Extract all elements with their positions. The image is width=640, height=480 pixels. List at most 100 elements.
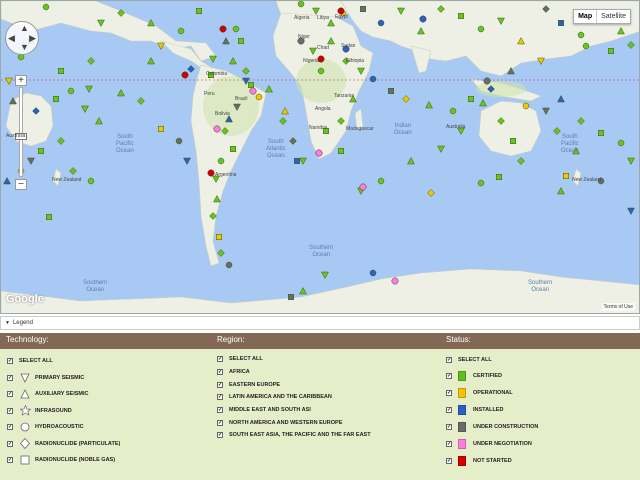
checkbox[interactable]: ✓ (446, 440, 452, 447)
filter-row[interactable]: ✓ INFRASOUND (7, 403, 120, 420)
zoom-slider-track[interactable] (19, 87, 23, 177)
checkbox[interactable]: ✓ (446, 372, 452, 379)
station-marker[interactable] (46, 214, 52, 220)
station-marker[interactable] (407, 156, 415, 165)
checkbox[interactable]: ✓ (446, 389, 452, 396)
station-marker[interactable] (468, 96, 474, 102)
station-marker[interactable] (281, 106, 289, 115)
station-marker[interactable] (232, 25, 240, 33)
station-marker[interactable] (187, 65, 195, 73)
checkbox[interactable]: ✓ (217, 356, 223, 363)
station-marker[interactable] (558, 20, 564, 26)
station-marker[interactable] (553, 127, 561, 135)
station-marker[interactable] (483, 77, 491, 85)
station-marker[interactable] (175, 137, 183, 145)
station-marker[interactable] (213, 125, 221, 133)
zoom-out-button[interactable]: − (15, 179, 27, 190)
station-marker[interactable] (582, 42, 590, 50)
station-marker[interactable] (288, 294, 294, 300)
filter-row[interactable]: ✓ SOUTH EAST ASIA, THE PACIFIC AND THE FA… (217, 429, 371, 442)
pan-control[interactable]: ▲ ◀ ▶ ▼ (5, 21, 39, 55)
checkbox[interactable]: ✓ (446, 457, 452, 464)
filter-row[interactable]: ✓ HYDROACOUSTIC (7, 419, 120, 436)
station-marker[interactable] (255, 93, 263, 101)
station-marker[interactable] (177, 27, 185, 35)
station-marker[interactable] (53, 96, 59, 102)
station-marker[interactable] (183, 157, 191, 166)
station-marker[interactable] (289, 137, 297, 145)
station-marker[interactable] (57, 137, 65, 145)
station-marker[interactable] (209, 55, 217, 64)
station-marker[interactable] (3, 176, 11, 185)
station-marker[interactable] (449, 107, 457, 115)
station-marker[interactable] (229, 56, 237, 65)
checkbox[interactable]: ✓ (217, 407, 223, 414)
station-marker[interactable] (317, 67, 325, 75)
station-marker[interactable] (388, 88, 394, 94)
station-marker[interactable] (577, 117, 585, 125)
filter-row[interactable]: ✓ SELECT ALL (7, 353, 120, 370)
station-marker[interactable] (477, 179, 485, 187)
terms-of-use-link[interactable]: Terms of Use (601, 303, 635, 311)
station-marker[interactable] (517, 157, 525, 165)
station-marker[interactable] (537, 57, 545, 66)
checkbox[interactable]: ✓ (7, 440, 13, 447)
station-marker[interactable] (219, 25, 227, 33)
legend-toggle[interactable]: ▼ Legend (0, 316, 640, 330)
station-marker[interactable] (542, 107, 550, 116)
station-marker[interactable] (225, 261, 233, 269)
pan-down-icon[interactable]: ▼ (20, 43, 29, 52)
checkbox[interactable]: ✓ (446, 357, 452, 363)
station-marker[interactable] (249, 87, 257, 95)
checkbox[interactable]: ✓ (7, 391, 13, 398)
station-marker[interactable] (158, 126, 164, 132)
zoom-in-button[interactable]: + (15, 75, 27, 86)
station-marker[interactable] (87, 57, 95, 65)
station-marker[interactable] (338, 148, 344, 154)
station-marker[interactable] (377, 19, 385, 27)
checkbox[interactable]: ✓ (217, 394, 223, 401)
station-marker[interactable] (137, 97, 145, 105)
station-marker[interactable] (42, 3, 50, 11)
world-map[interactable]: Map Satellite ▲ ◀ ▶ ▼ + − South Pacific Oc… (0, 0, 640, 314)
station-marker[interactable] (377, 177, 385, 185)
station-marker[interactable] (299, 157, 307, 166)
checkbox[interactable]: ✓ (217, 419, 223, 426)
station-marker[interactable] (557, 186, 565, 195)
checkbox[interactable]: ✓ (217, 432, 223, 439)
filter-row[interactable]: ✓ PRIMARY SEISMIC (7, 370, 120, 387)
filter-row[interactable]: ✓ NORTH AMERICA AND WESTERN EUROPE (217, 416, 371, 429)
station-marker[interactable] (297, 1, 305, 8)
station-marker[interactable] (315, 149, 323, 157)
station-marker[interactable] (157, 42, 165, 51)
station-marker[interactable] (85, 85, 93, 94)
station-marker[interactable] (181, 71, 189, 79)
station-marker[interactable] (360, 6, 366, 12)
station-marker[interactable] (627, 41, 635, 49)
checkbox[interactable]: ✓ (7, 407, 13, 414)
station-marker[interactable] (216, 234, 222, 240)
filter-row[interactable]: ✓ RADIONUCLIDE (PARTICULATE) (7, 436, 120, 453)
station-marker[interactable] (617, 139, 625, 147)
filter-row[interactable]: ✓ EASTERN EUROPE (217, 378, 371, 391)
station-marker[interactable] (230, 146, 236, 152)
station-marker[interactable] (369, 75, 377, 83)
checkbox[interactable]: ✓ (7, 424, 13, 431)
filter-row[interactable]: ✓ OPERATIONAL (446, 384, 538, 401)
filter-row[interactable]: ✓ AUXILIARY SEISMIC (7, 386, 120, 403)
filter-row[interactable]: ✓ UNDER CONSTRUCTION (446, 418, 538, 435)
station-marker[interactable] (598, 130, 604, 136)
station-marker[interactable] (248, 82, 254, 88)
station-marker[interactable] (87, 177, 95, 185)
checkbox[interactable]: ✓ (7, 457, 13, 464)
station-marker[interactable] (427, 189, 435, 197)
station-marker[interactable] (196, 8, 202, 14)
filter-row[interactable]: ✓ LATIN AMERICA AND THE CARIBBEAN (217, 391, 371, 404)
filter-row[interactable]: ✓ UNDER NEGOTIATION (446, 435, 538, 452)
map-type-map-button[interactable]: Map (574, 10, 598, 23)
checkbox[interactable]: ✓ (446, 423, 452, 430)
station-marker[interactable] (27, 157, 35, 166)
checkbox[interactable]: ✓ (7, 374, 13, 381)
station-marker[interactable] (69, 167, 77, 175)
station-marker[interactable] (479, 98, 487, 107)
